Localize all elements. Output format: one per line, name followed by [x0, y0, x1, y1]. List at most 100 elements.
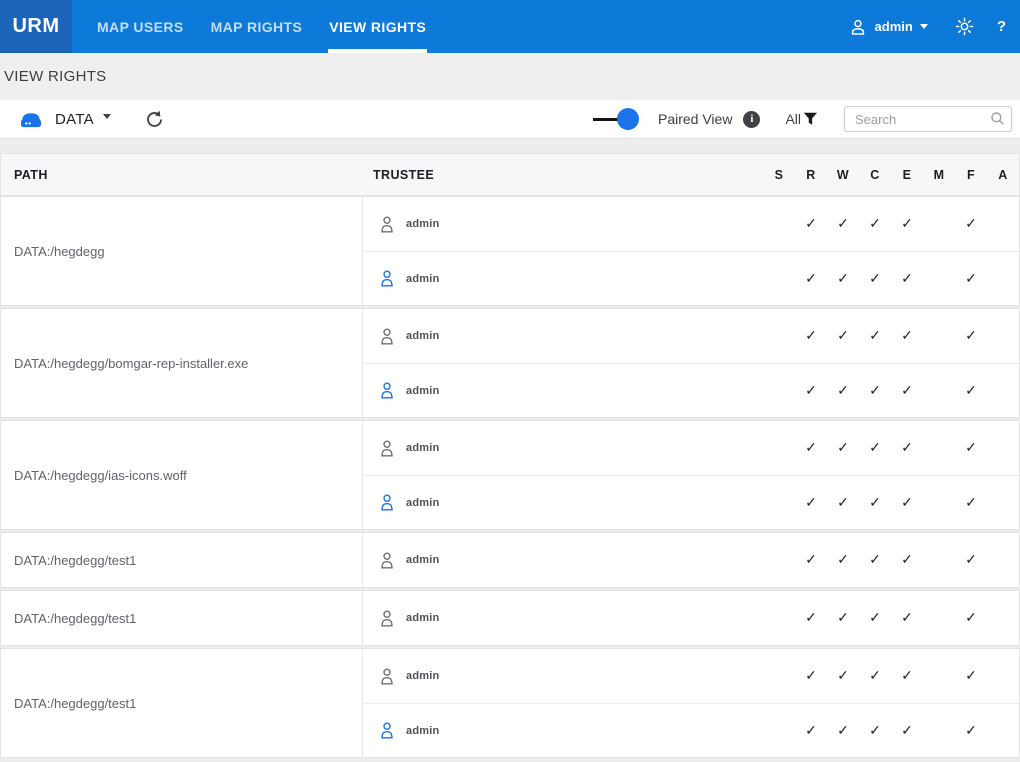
filter-button[interactable]: All	[785, 111, 818, 127]
toolbar-right: Paired View i All	[593, 106, 1012, 132]
check-icon: ✓	[837, 722, 849, 738]
right-cell-w: ✓	[827, 327, 859, 345]
volume-selector-label: DATA	[55, 111, 94, 128]
check-icon: ✓	[869, 382, 881, 398]
trustee-name: admin	[406, 385, 439, 397]
tab-map-users[interactable]: MAP USERS	[96, 0, 185, 53]
check-icon: ✓	[965, 609, 977, 625]
right-cell-s	[763, 494, 795, 512]
info-icon[interactable]: i	[743, 111, 760, 128]
check-icon: ✓	[901, 667, 913, 683]
right-cell-w: ✓	[827, 722, 859, 740]
trustee-row[interactable]: admin ✓✓✓✓✓	[363, 703, 1019, 757]
page-title: VIEW RIGHTS	[4, 68, 106, 85]
check-icon: ✓	[965, 327, 977, 343]
right-cell-w: ✓	[827, 215, 859, 233]
trustee-row[interactable]: admin ✓✓✓✓✓	[363, 421, 1019, 475]
right-cell-e: ✓	[891, 667, 923, 685]
trustee-name: admin	[406, 330, 439, 342]
right-cell-r: ✓	[795, 327, 827, 345]
path-text: DATA:/hegdegg/ias-icons.woff	[14, 468, 187, 483]
right-cell-c: ✓	[859, 215, 891, 233]
right-cell-a	[987, 609, 1019, 627]
trustee-row[interactable]: admin ✓✓✓✓✓	[363, 649, 1019, 703]
check-icon: ✓	[965, 494, 977, 510]
check-icon: ✓	[965, 215, 977, 231]
chevron-down-icon[interactable]	[920, 24, 928, 29]
check-icon: ✓	[869, 722, 881, 738]
check-icon: ✓	[965, 382, 977, 398]
right-cell-s	[763, 270, 795, 288]
trustee-row[interactable]: admin ✓✓✓✓✓	[363, 309, 1019, 363]
right-cell-s	[763, 551, 795, 569]
filter-value: All	[785, 111, 801, 127]
check-icon: ✓	[805, 667, 817, 683]
right-cell-e: ✓	[891, 327, 923, 345]
check-icon: ✓	[837, 551, 849, 567]
right-cell-s	[763, 609, 795, 627]
right-cell-e: ✓	[891, 270, 923, 288]
volume-selector[interactable]: DATA	[18, 109, 111, 130]
right-cell-c: ✓	[859, 327, 891, 345]
right-cell-e: ✓	[891, 609, 923, 627]
trustee-row[interactable]: admin ✓✓✓✓✓	[363, 591, 1019, 645]
path-text: DATA:/hegdegg	[14, 244, 105, 259]
path-text: DATA:/hegdegg/bomgar-rep-installer.exe	[14, 356, 248, 371]
tab-map-rights[interactable]: MAP RIGHTS	[210, 0, 304, 53]
drive-icon	[18, 109, 44, 130]
right-cell-a	[987, 327, 1019, 345]
check-icon: ✓	[901, 327, 913, 343]
trustee-name: admin	[406, 218, 439, 230]
trustee-user-icon	[379, 667, 395, 686]
right-cell-f: ✓	[955, 382, 987, 400]
trustee-row[interactable]: admin ✓✓✓✓✓	[363, 533, 1019, 587]
trustee-name: admin	[406, 554, 439, 566]
right-cell-m	[923, 551, 955, 569]
right-cell-f: ✓	[955, 439, 987, 457]
trustee-row[interactable]: admin ✓✓✓✓✓	[363, 251, 1019, 305]
path-text: DATA:/hegdegg/test1	[14, 696, 136, 711]
app-logo: URM	[0, 0, 72, 53]
path-cell: DATA:/hegdegg/bomgar-rep-installer.exe	[1, 309, 363, 417]
right-cell-w: ✓	[827, 382, 859, 400]
path-cell: DATA:/hegdegg/test1	[1, 591, 363, 645]
check-icon: ✓	[965, 551, 977, 567]
right-cell-a	[987, 215, 1019, 233]
trustee-row[interactable]: admin ✓✓✓✓✓	[363, 475, 1019, 529]
right-cell-f: ✓	[955, 667, 987, 685]
toggle-knob[interactable]	[617, 108, 639, 130]
check-icon: ✓	[837, 609, 849, 625]
filter-funnel-icon	[803, 112, 818, 126]
refresh-button[interactable]	[145, 110, 164, 129]
check-icon: ✓	[805, 439, 817, 455]
trustee-row[interactable]: admin ✓✓✓✓✓	[363, 363, 1019, 417]
rights-header-cells: SRWCEMFA	[763, 168, 1019, 182]
path-group: DATA:/hegdegg/test1 admin ✓✓✓✓✓	[0, 590, 1020, 646]
check-icon: ✓	[869, 667, 881, 683]
check-icon: ✓	[837, 439, 849, 455]
paired-view-toggle[interactable]	[593, 108, 639, 130]
settings-icon[interactable]	[955, 17, 974, 36]
tab-view-rights[interactable]: VIEW RIGHTS	[328, 0, 427, 53]
right-cell-m	[923, 609, 955, 627]
right-cell-e: ✓	[891, 439, 923, 457]
check-icon: ✓	[869, 551, 881, 567]
path-group: DATA:/hegdegg/test1 admin ✓✓✓✓✓	[0, 532, 1020, 588]
right-cell-w: ✓	[827, 494, 859, 512]
trustee-row[interactable]: admin ✓✓✓✓✓	[363, 197, 1019, 251]
search-input[interactable]	[844, 106, 1012, 132]
column-header-c: C	[859, 168, 891, 182]
user-menu[interactable]: admin	[875, 19, 913, 34]
right-cell-c: ✓	[859, 722, 891, 740]
check-icon: ✓	[869, 270, 881, 286]
right-cell-w: ✓	[827, 609, 859, 627]
help-button[interactable]: ?	[997, 18, 1006, 35]
trustee-rights: ✓✓✓✓✓	[763, 609, 1019, 627]
table-header: PATH TRUSTEE SRWCEMFA	[0, 153, 1020, 196]
trustee-rights: ✓✓✓✓✓	[763, 551, 1019, 569]
chevron-down-icon	[103, 114, 111, 119]
column-header-s: S	[763, 168, 795, 182]
right-cell-a	[987, 722, 1019, 740]
trustee-rights: ✓✓✓✓✓	[763, 439, 1019, 457]
check-icon: ✓	[901, 494, 913, 510]
